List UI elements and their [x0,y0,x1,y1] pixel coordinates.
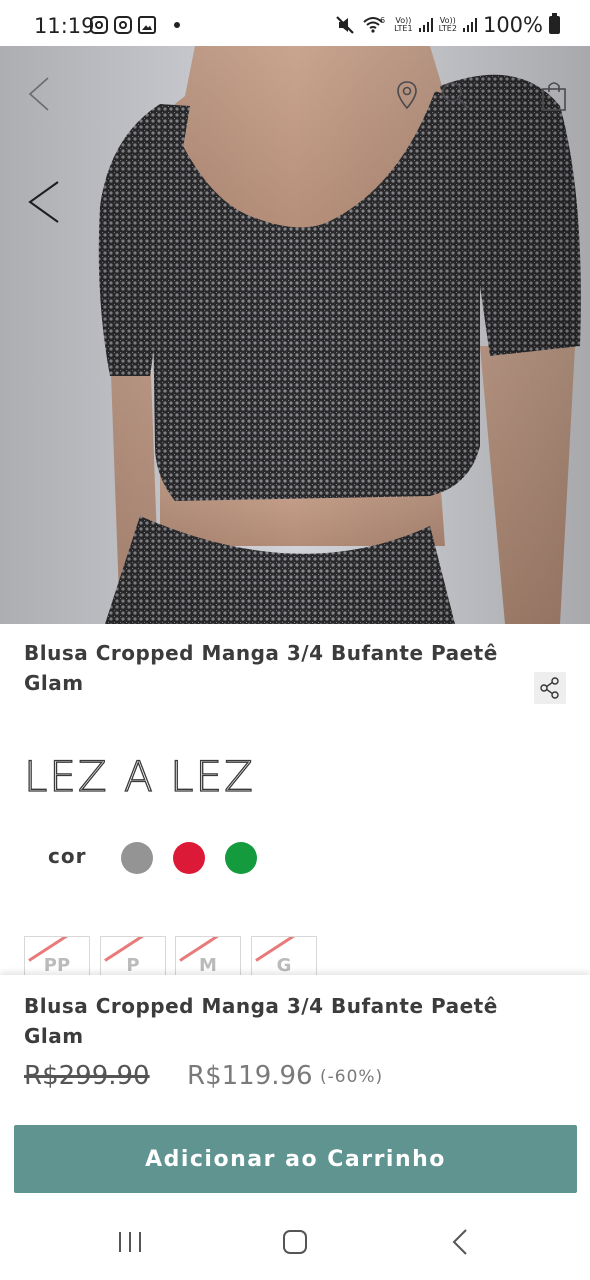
status-time: 11:19 [34,14,95,38]
mute-icon [336,16,354,34]
wifi-icon: 6 [363,16,385,33]
brand-logo[interactable]: LEZ A LEZ [23,751,255,801]
battery-percent: 100% [482,13,543,37]
home-icon[interactable] [280,1227,310,1257]
product-photo [0,46,590,624]
old-price: R$299.90 [24,1061,150,1091]
size-option-p[interactable]: P [100,936,166,976]
share-button[interactable] [534,672,566,704]
sticky-product-title: Blusa Cropped Manga 3/4 Bufante Paetê Gl… [24,994,498,1048]
bag-icon[interactable] [540,80,568,112]
status-bar: 11:19 6 Vo)) LTE1 Vo)) LTE2 100% [0,0,590,46]
recents-icon[interactable] [116,1227,144,1257]
search-icon[interactable] [440,80,470,110]
share-icon [540,677,559,699]
back-arrow-icon[interactable] [26,76,50,112]
signal-bars-icon [418,18,433,32]
gallery-icon [138,16,156,34]
product-title: Blusa Cropped Manga 3/4 Bufante Paetê Gl… [24,641,498,695]
instagram-icon [114,16,132,34]
size-option-pp[interactable]: PP [24,936,90,976]
color-swatch-green[interactable] [225,842,257,874]
color-swatch-red[interactable] [173,842,205,874]
sticky-buy-bar: Blusa Cropped Manga 3/4 Bufante Paetê Gl… [0,975,590,1205]
color-swatch-gray[interactable] [121,842,153,874]
size-option-g[interactable]: G [251,936,317,976]
sim1-indicator: Vo)) LTE1 [394,16,413,33]
sim2-indicator: Vo)) LTE2 [438,16,457,33]
status-system-icons: 6 Vo)) LTE1 Vo)) LTE2 100% [334,13,560,37]
discount-badge: (-60%) [320,1067,384,1087]
size-option-m[interactable]: M [175,936,241,976]
color-label: cor [48,844,87,868]
svg-text:6: 6 [380,16,385,25]
back-icon[interactable] [448,1227,472,1257]
dot-icon [174,22,180,28]
location-pin-icon[interactable] [396,80,418,110]
product-image[interactable] [0,46,590,624]
add-to-cart-button[interactable]: Adicionar ao Carrinho [14,1125,577,1193]
sale-price: R$119.96 [187,1061,313,1091]
status-notification-icons [90,16,180,34]
battery-icon [549,13,560,34]
signal-bars-icon [462,18,477,32]
carousel-prev-icon[interactable] [26,180,60,224]
instagram-icon [90,16,108,34]
system-nav-bar [0,1205,590,1280]
